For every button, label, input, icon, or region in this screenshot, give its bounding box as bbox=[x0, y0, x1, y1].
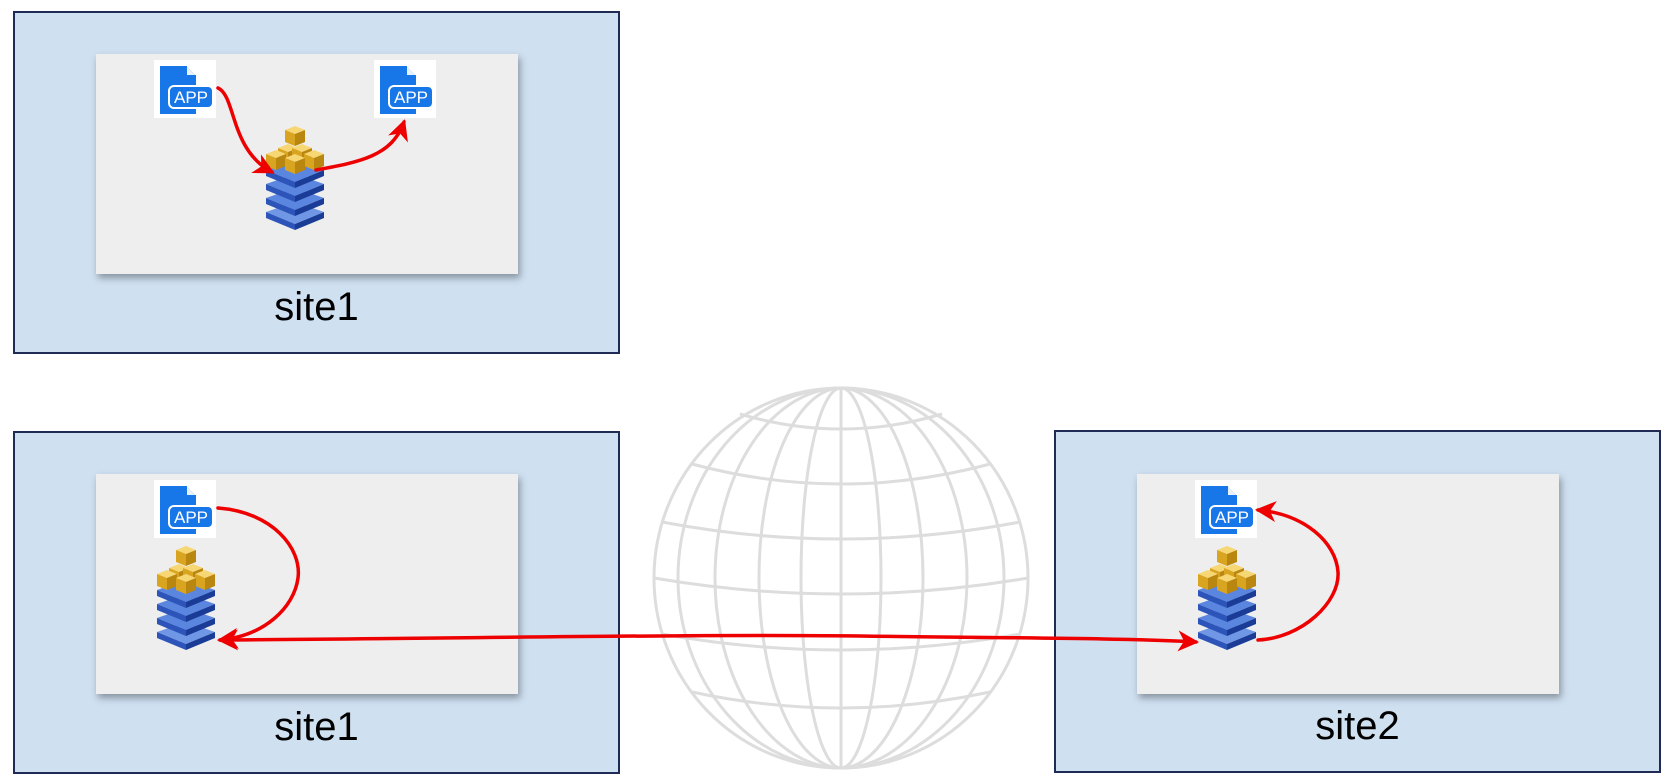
arrow-site1-to-site2-link bbox=[217, 629, 1199, 652]
arrow-app-to-router-site1 bbox=[216, 506, 301, 649]
arrow-router-to-app-top bbox=[314, 119, 408, 172]
arrows-overlay bbox=[216, 86, 1340, 652]
arrow-app-to-router-top bbox=[216, 86, 275, 174]
arrow-router-to-app-site2 bbox=[1255, 501, 1340, 642]
